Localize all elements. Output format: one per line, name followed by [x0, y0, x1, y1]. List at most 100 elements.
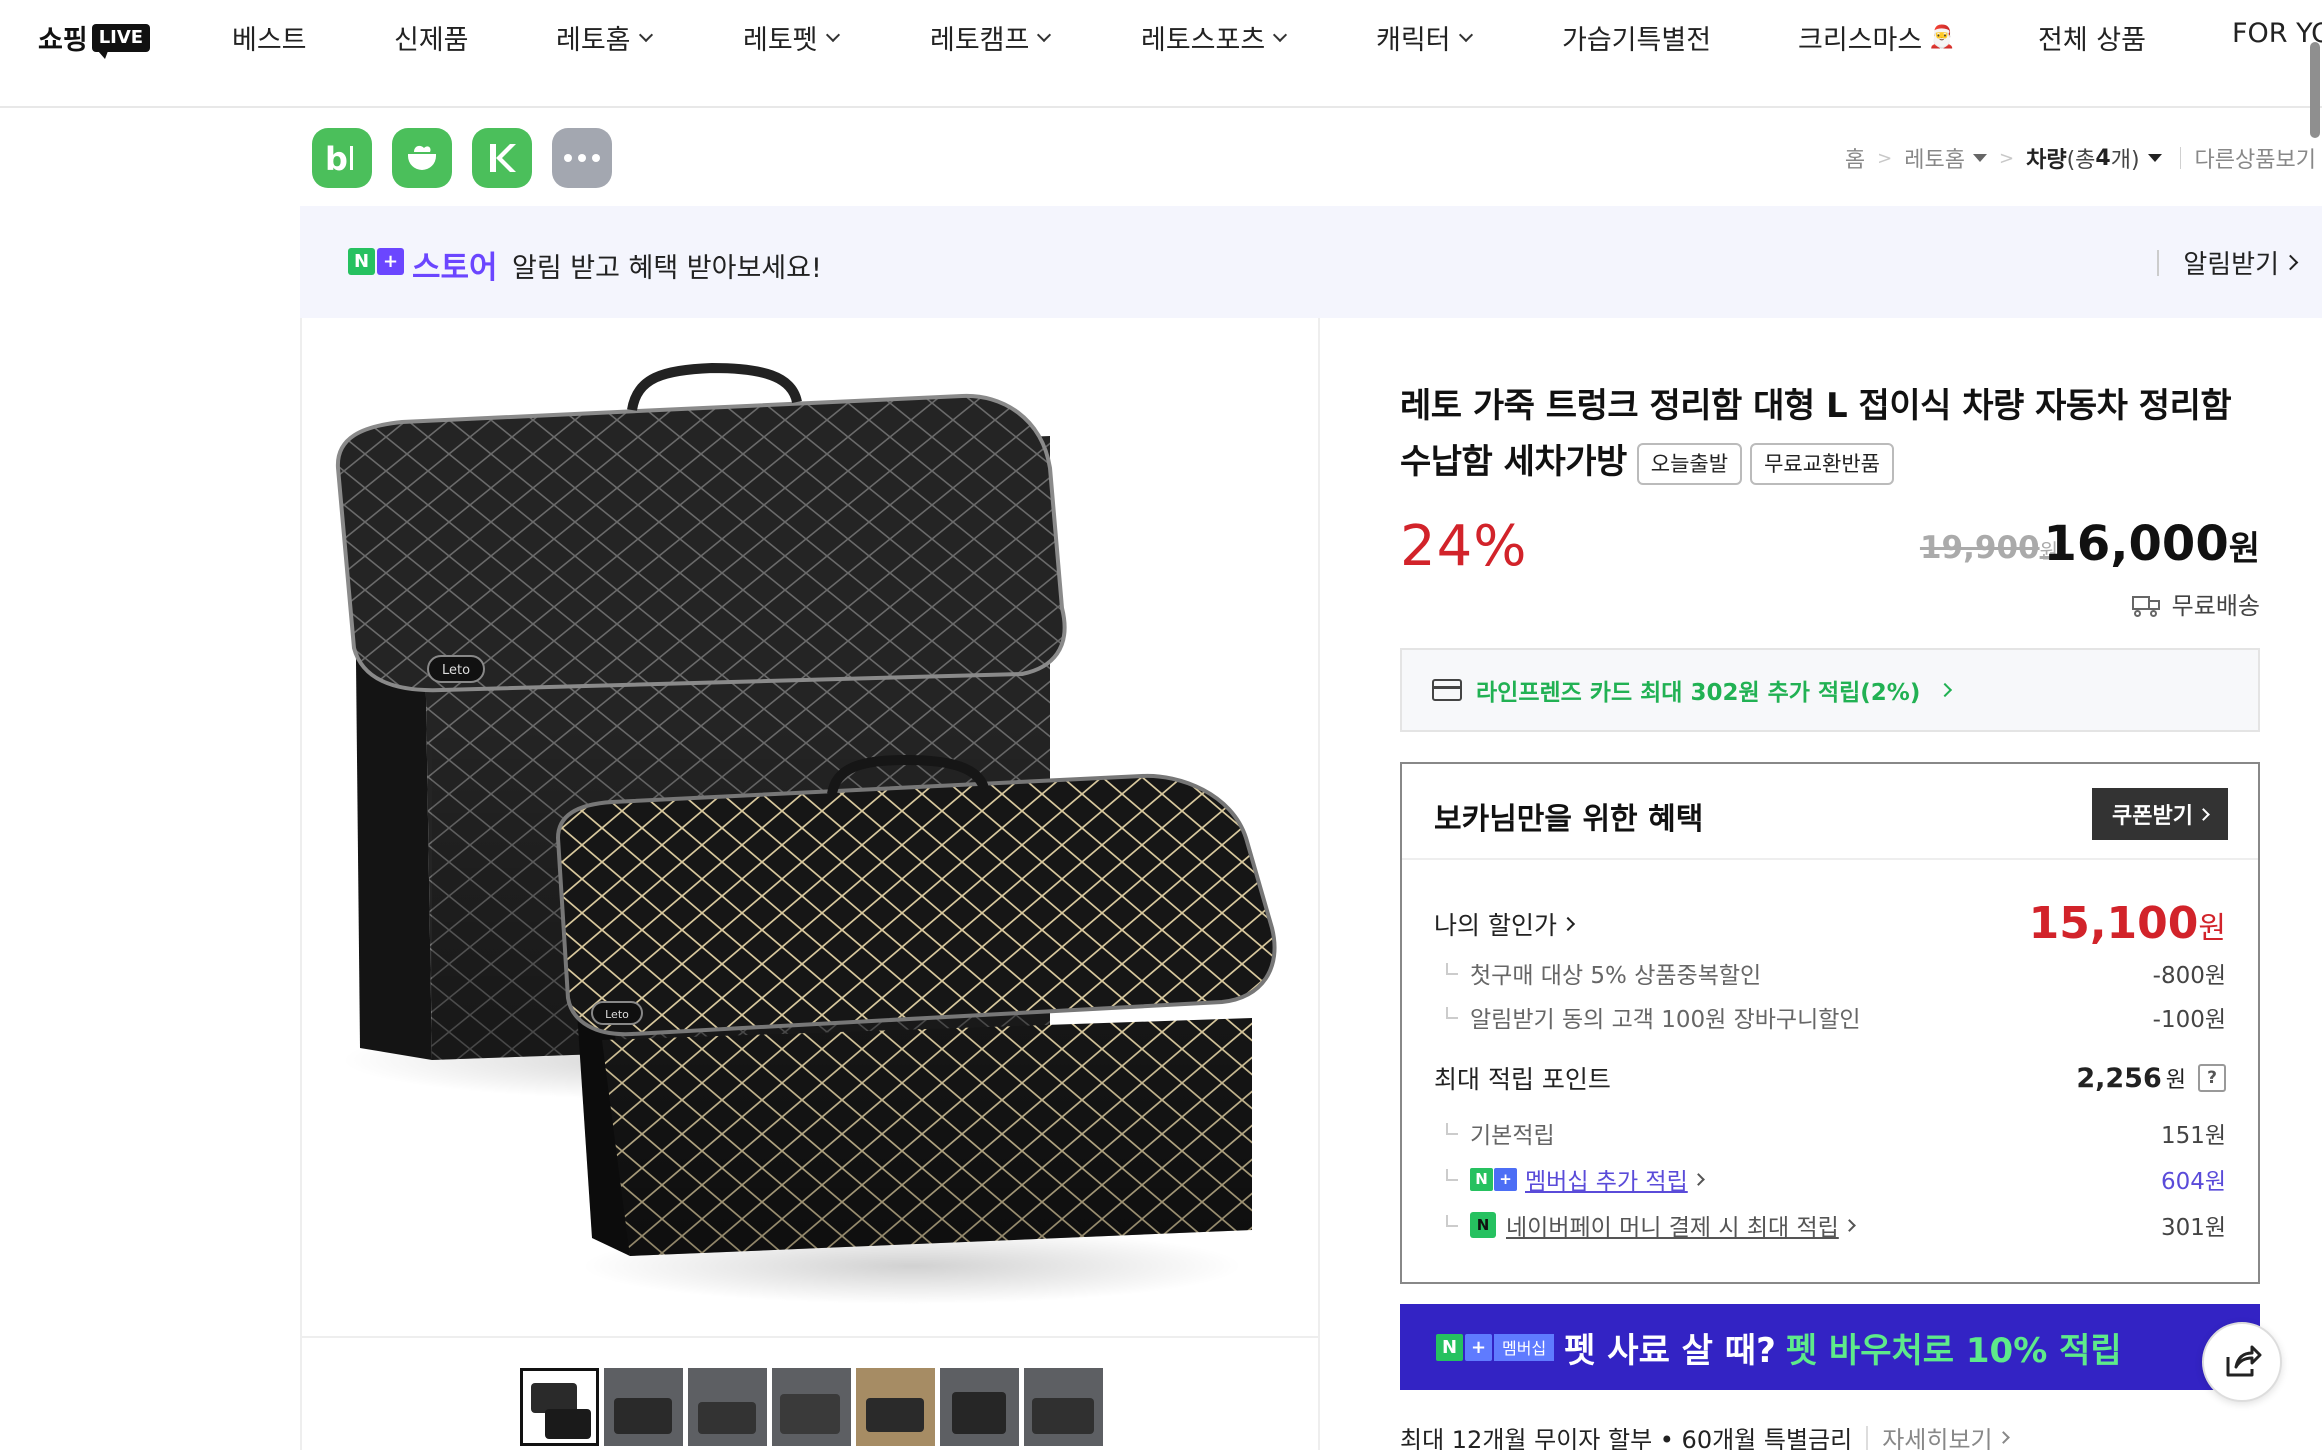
currency-unit: 원 — [2228, 529, 2260, 569]
benefit-title: 보카님만을 위한 혜택 — [1434, 802, 1704, 837]
caret-down-icon[interactable] — [2147, 154, 2162, 162]
chevron-right-icon — [1938, 682, 1953, 698]
badge-n: N — [348, 248, 375, 275]
thumbnail-2[interactable] — [604, 1368, 683, 1446]
membership-points-link[interactable]: 멤버십 추가 적립 — [1525, 1162, 1688, 1196]
membership-badge: N + 멤버십 — [1436, 1333, 1555, 1361]
nav-label: FOR YO — [2232, 18, 2322, 49]
breadcrumb-current[interactable]: 차량 — [2026, 142, 2066, 174]
npay-points-value: 301원 — [2160, 1215, 2226, 1241]
chevron-right-icon — [1842, 1218, 1856, 1232]
product-main-image[interactable]: Leto Leto — [302, 318, 1320, 1336]
badge-plus: + — [377, 248, 404, 275]
promo-text-2: 펫 바우처로 10% 적립 — [1785, 1330, 2122, 1371]
breadcrumb-separator: > — [1877, 147, 1893, 169]
nav-item-new[interactable]: 신제품 — [394, 18, 469, 57]
original-price: 19,900원 — [1920, 530, 2058, 566]
breadcrumb-category[interactable]: 레토홈 — [1904, 142, 1965, 174]
shopping-live-logo[interactable]: 쇼핑 LIVE — [38, 18, 151, 59]
cup-icon[interactable] — [392, 128, 452, 188]
discount-label: 알림받기 동의 고객 100원 장바구니할인 — [1434, 1000, 1861, 1034]
tag-today-ship: 오늘출발 — [1636, 442, 1743, 485]
original-price-value: 19,900 — [1919, 530, 2040, 566]
breadcrumb-home[interactable]: 홈 — [1845, 142, 1865, 174]
npay-points-row[interactable]: N 네이버페이 머니 결제 시 최대 적립 301원 — [1434, 1208, 2226, 1242]
thumbnail-strip — [520, 1368, 1103, 1446]
installment-details-link[interactable]: 자세히보기 — [1882, 1420, 1992, 1450]
coupon-label: 쿠폰받기 — [2112, 804, 2193, 829]
divider — [302, 1336, 1320, 1338]
discount-value: -100원 — [2152, 1007, 2226, 1033]
santa-icon: 🎅 — [1928, 25, 1956, 50]
product-gallery: Leto Leto — [300, 318, 1320, 1450]
nav-item-letopet[interactable]: 레토펫 — [743, 18, 840, 57]
k-icon[interactable] — [472, 128, 532, 188]
my-price: 15,100원 — [2029, 898, 2226, 949]
thumbnail-1[interactable] — [520, 1368, 599, 1446]
breadcrumb-separator: > — [1999, 147, 2015, 169]
chevron-right-icon — [1691, 1172, 1705, 1186]
share-button[interactable] — [2202, 1322, 2282, 1402]
nav-label: 레토캠프 — [930, 25, 1030, 56]
more-icon[interactable] — [552, 128, 612, 188]
badge-n: N — [1436, 1333, 1463, 1361]
chevron-down-icon — [638, 27, 653, 42]
divider — [1866, 1425, 1869, 1450]
badge-plus: + — [1494, 1167, 1517, 1191]
membership-points-row[interactable]: N + 멤버십 추가 적립 604원 — [1434, 1162, 2226, 1196]
nav-label: 캐릭터 — [1376, 25, 1451, 56]
thumbnail-4[interactable] — [772, 1368, 851, 1446]
breadcrumb-count-prefix: (총 — [2066, 148, 2096, 173]
b-icon[interactable]: b — [312, 128, 372, 188]
nav-item-all-products[interactable]: 전체 상품 — [2038, 18, 2146, 57]
thumbnail-3[interactable] — [688, 1368, 767, 1446]
nav-item-letohome[interactable]: 레토홈 — [556, 18, 653, 57]
get-coupon-button[interactable]: 쿠폰받기 — [2092, 788, 2228, 840]
help-icon[interactable]: ? — [2198, 1064, 2226, 1092]
product-title-block: 레토 가죽 트렁크 정리함 대형 L 접이식 차량 자동차 정리함 수납함 세차… — [1400, 378, 2260, 490]
tag-free-return: 무료교환반품 — [1750, 442, 1894, 485]
membership-promo-banner[interactable]: N + 멤버십 펫 사료 살 때? 펫 바우처로 10% 적립 — [1400, 1304, 2260, 1390]
discount-row: 첫구매 대상 5% 상품중복할인 -800원 — [1434, 956, 2226, 990]
discount-label: 첫구매 대상 5% 상품중복할인 — [1434, 956, 1761, 990]
thumbnail-7[interactable] — [1024, 1368, 1103, 1446]
subscribe-alert-button[interactable]: 알림받기 — [2157, 244, 2299, 281]
npay-points-label-wrap: N 네이버페이 머니 결제 시 최대 적립 — [1434, 1208, 1856, 1242]
truck-icon — [2131, 594, 2162, 617]
svg-text:b: b — [325, 140, 348, 176]
card-benefit-banner[interactable]: 라인프렌즈 카드 최대 302원 추가 적립(2%) — [1400, 648, 2260, 732]
thumbnail-5[interactable] — [856, 1368, 935, 1446]
other-products-link[interactable]: 다른상품보기 — [2195, 142, 2316, 174]
nav-item-best[interactable]: 베스트 — [232, 18, 307, 57]
npay-points-link[interactable]: 네이버페이 머니 결제 시 최대 적립 — [1506, 1208, 1839, 1242]
installment-text: 최대 12개월 무이자 할부 • 60개월 특별금리 — [1400, 1426, 1853, 1450]
currency-unit: 원 — [2198, 911, 2226, 946]
points-label: 최대 적립 포인트 — [1434, 1065, 1611, 1094]
nav-label: 베스트 — [232, 25, 307, 56]
nav-item-letosports[interactable]: 레토스포츠 — [1141, 18, 1288, 57]
benefit-header: 보카님만을 위한 혜택 쿠폰받기 — [1402, 764, 2258, 860]
chevron-down-icon — [1458, 27, 1473, 42]
caret-down-icon[interactable] — [1973, 154, 1987, 162]
store-notification-banner: N + 스토어 알림 받고 혜택 받아보세요! 알림받기 — [300, 206, 2322, 318]
basic-points-row: 기본적립 151원 — [1434, 1116, 2226, 1150]
breadcrumb-count-suffix: 개) — [2110, 148, 2140, 173]
badge-n: N — [1470, 1167, 1493, 1191]
discount-value: -800원 — [2152, 963, 2226, 989]
my-price-row[interactable]: 나의 할인가 15,100원 — [1434, 898, 2226, 949]
leto-logo-back: Leto — [442, 663, 470, 678]
points-unit: 원 — [2165, 1068, 2186, 1093]
chevron-right-icon — [2282, 254, 2299, 271]
shipping-label: 무료배송 — [2171, 592, 2260, 620]
nav-item-character[interactable]: 캐릭터 — [1376, 18, 1473, 57]
nav-item-for-you[interactable]: FOR YO — [2232, 18, 2322, 49]
nav-item-humidifier[interactable]: 가습기특별전 — [1562, 18, 1711, 57]
badge-plus: + — [1465, 1333, 1492, 1361]
membership-badge-text: 멤버십 — [1494, 1333, 1555, 1361]
nav-item-christmas[interactable]: 크리스마스 🎅 — [1798, 18, 1956, 57]
card-benefit-text: 라인프렌즈 카드 최대 302원 추가 적립(2%) — [1476, 680, 1921, 706]
thumbnail-6[interactable] — [940, 1368, 1019, 1446]
scrollbar-thumb[interactable] — [2310, 42, 2320, 138]
nav-item-letocamp[interactable]: 레토캠프 — [930, 18, 1052, 57]
logo-text: 쇼핑 — [38, 25, 88, 56]
